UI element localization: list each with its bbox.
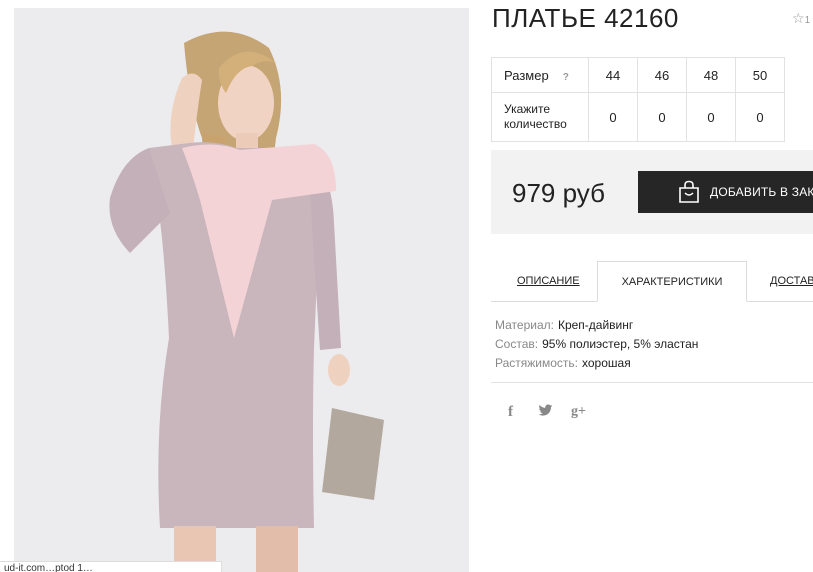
spec-value: 95% полиэстер, 5% эластан [542, 337, 699, 351]
facebook-icon[interactable]: f [508, 404, 513, 421]
quantity-input[interactable]: 0 [588, 92, 638, 142]
tab-delivery[interactable]: ДОСТАВКА [770, 261, 813, 301]
product-photo[interactable] [14, 8, 469, 572]
size-help-icon[interactable]: ? [563, 72, 569, 83]
size-row: Размер? 44 46 48 50 [491, 57, 785, 93]
google-plus-icon[interactable]: g+ [571, 404, 586, 420]
quantity-input[interactable]: 0 [637, 92, 687, 142]
quantity-label: Укажите количество [491, 92, 589, 142]
twitter-icon[interactable] [538, 404, 553, 420]
spec-row: Материал: Креп-дайвинг [495, 316, 698, 335]
divider [491, 382, 813, 383]
quantity-label-line1: Укажите [504, 102, 551, 116]
size-cell: 44 [588, 57, 638, 93]
size-cell: 48 [686, 57, 736, 93]
product-tabs: ОПИСАНИЕ ХАРАКТЕРИСТИКИ ДОСТАВКА [491, 261, 813, 302]
shopping-bag-icon [679, 180, 699, 203]
tab-characteristics[interactable]: ХАРАКТЕРИСТИКИ [597, 261, 747, 302]
tab-description[interactable]: ОПИСАНИЕ [517, 261, 580, 301]
quantity-input[interactable]: 0 [686, 92, 736, 142]
dress-illustration [14, 8, 469, 572]
spec-value: Креп-дайвинг [557, 318, 634, 332]
spec-row: Состав: 95% полиэстер, 5% эластан [495, 335, 698, 354]
twitter-bird-icon [538, 404, 553, 416]
size-label-cell: Размер? [491, 57, 589, 93]
status-bar: ud-it.com…ptod 1… [0, 561, 222, 572]
size-cell: 50 [735, 57, 785, 93]
size-cell: 46 [637, 57, 687, 93]
product-title: ПЛАТЬЕ 42160 [492, 3, 679, 33]
price: 979 руб [512, 178, 605, 208]
quantity-label-line2: количество [504, 117, 567, 131]
spec-key: Растяжимость: [495, 356, 579, 370]
star-icon: ☆ [792, 10, 805, 26]
quantity-row: Укажите количество 0 0 0 0 [491, 92, 785, 142]
spec-key: Материал: [495, 318, 554, 332]
size-table: Размер? 44 46 48 50 Укажите количество 0… [491, 57, 785, 142]
add-to-cart-label: ДОБАВИТЬ В ЗАКАЗ [710, 185, 813, 199]
tab-description-label: ОПИСАНИЕ [517, 275, 580, 287]
add-to-cart-button[interactable]: ДОБАВИТЬ В ЗАКАЗ [638, 171, 813, 213]
spec-value: хорошая [582, 356, 631, 370]
favorite-count: 1 [804, 15, 811, 26]
spec-key: Состав: [495, 337, 539, 351]
spec-row: Растяжимость: хорошая [495, 354, 698, 373]
spec-list: Материал: Креп-дайвинг Состав: 95% полиэст… [495, 316, 698, 373]
price-panel: 979 руб ДОБАВИТЬ В ЗАКАЗ [491, 150, 813, 234]
quantity-input[interactable]: 0 [735, 92, 785, 142]
size-label: Размер [504, 67, 549, 83]
favorite-button[interactable]: ☆1 [792, 10, 810, 27]
tab-delivery-label: ДОСТАВКА [770, 275, 813, 287]
